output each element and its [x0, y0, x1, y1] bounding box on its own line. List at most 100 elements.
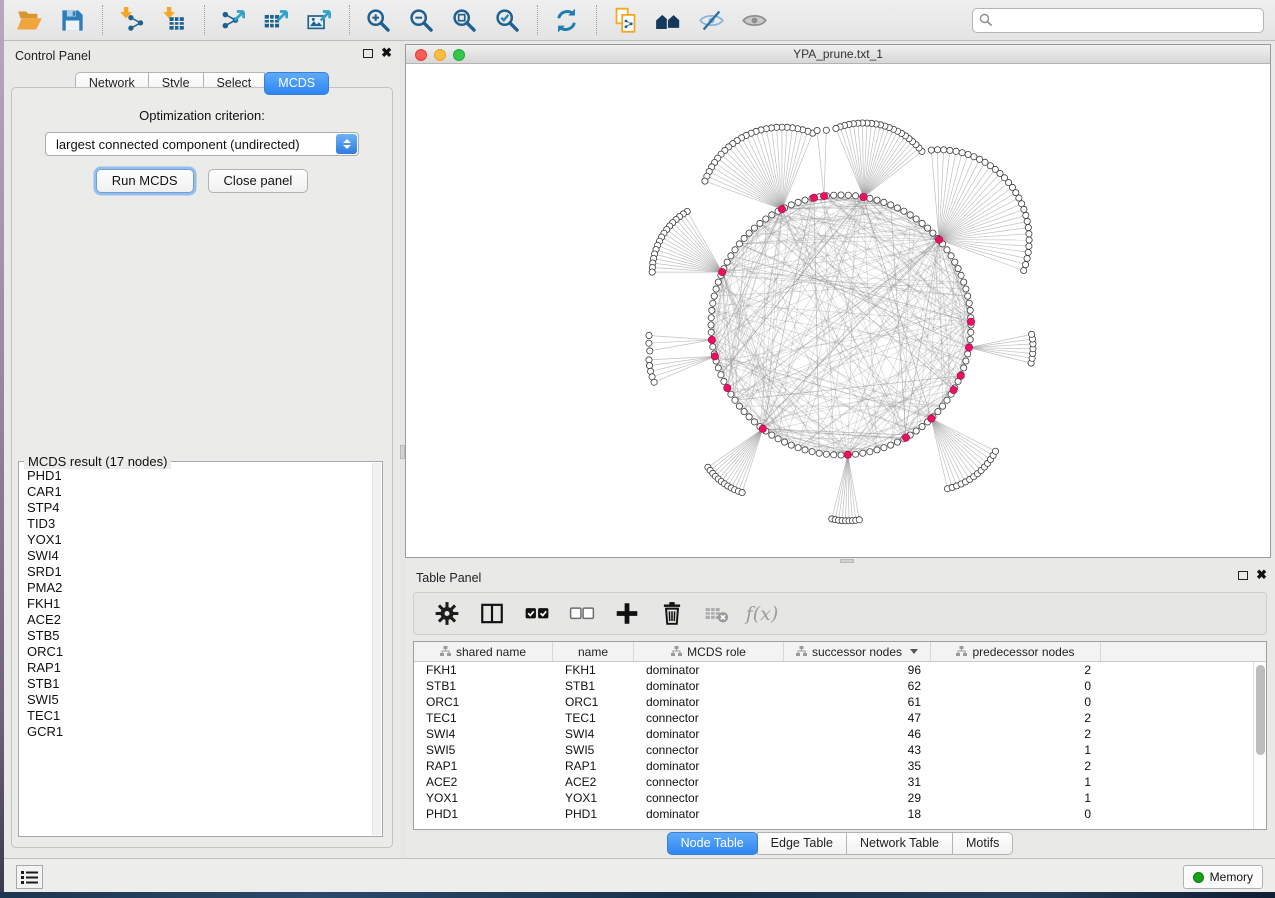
tab-node-table[interactable]: Node Table [667, 832, 758, 855]
close-window-button[interactable] [415, 49, 427, 61]
table-row[interactable]: ACE2ACE2connector311 [414, 774, 1266, 790]
search-input[interactable] [972, 8, 1264, 33]
table-row[interactable]: FKH1FKH1dominator962 [414, 662, 1266, 678]
control-panel-title: Control Panel [15, 49, 91, 63]
close-panel-button[interactable]: Close panel [208, 169, 309, 193]
zoom-selected-icon[interactable] [492, 5, 522, 35]
run-mcds-button[interactable]: Run MCDS [96, 169, 194, 193]
minimize-window-button[interactable] [434, 49, 446, 61]
mcds-list-scrollbar[interactable] [372, 463, 381, 835]
float-panel-icon[interactable] [363, 49, 373, 58]
export-image-icon[interactable] [304, 5, 334, 35]
copy-network-icon[interactable] [610, 5, 640, 35]
mcds-result-item[interactable]: YOX1 [27, 532, 370, 548]
delete-column-icon[interactable] [659, 601, 685, 627]
zoom-out-icon[interactable] [406, 5, 436, 35]
toolbar-separator [349, 5, 350, 35]
mcds-result-item[interactable]: STP4 [27, 500, 370, 516]
column-header-predecessor-nodes[interactable]: predecessor nodes [931, 642, 1101, 661]
export-network-icon[interactable] [218, 5, 248, 35]
table-row[interactable]: RAP1RAP1dominator352 [414, 758, 1266, 774]
tab-edge-table[interactable]: Edge Table [757, 832, 847, 855]
mcds-result-item[interactable]: FKH1 [27, 596, 370, 612]
network-window-titlebar[interactable]: YPA_prune.txt_1 [406, 45, 1270, 64]
table-panel-header: Table Panel ✖ [405, 563, 1275, 587]
import-network-icon[interactable] [116, 5, 146, 35]
column-header-successor-nodes[interactable]: successor nodes [784, 642, 931, 661]
mcds-result-item[interactable]: TID3 [27, 516, 370, 532]
float-panel-icon[interactable] [1238, 571, 1248, 580]
mcds-result-item[interactable]: STB5 [27, 628, 370, 644]
table-row[interactable]: YOX1YOX1connector291 [414, 790, 1266, 806]
cell: 35 [784, 759, 931, 773]
mcds-result-item[interactable]: SRD1 [27, 564, 370, 580]
mcds-result-item[interactable]: SWI5 [27, 692, 370, 708]
memory-button[interactable]: Memory [1183, 865, 1263, 889]
tree-icon [671, 645, 682, 659]
cell: RAP1 [414, 759, 553, 773]
task-history-button[interactable] [16, 865, 43, 889]
close-panel-icon[interactable]: ✖ [381, 48, 392, 58]
mcds-result-item[interactable]: PMA2 [27, 580, 370, 596]
optimization-criterion-select[interactable]: largest connected component (undirected) [45, 132, 359, 156]
column-header-MCDS-role[interactable]: MCDS role [634, 642, 784, 661]
delete-table-icon[interactable] [704, 601, 730, 627]
scrollbar-thumb[interactable] [1256, 665, 1265, 755]
neighbors-icon[interactable] [653, 5, 683, 35]
mcds-result-item[interactable]: STB1 [27, 676, 370, 692]
node-table: shared namenameMCDS rolesuccessor nodesp… [413, 641, 1267, 830]
column-header-shared-name[interactable]: shared name [414, 642, 553, 661]
mcds-result-item[interactable]: ORC1 [27, 644, 370, 660]
cell: dominator [634, 663, 784, 677]
tab-network-table[interactable]: Network Table [846, 832, 953, 855]
table-row[interactable]: SWI4SWI4dominator462 [414, 726, 1266, 742]
zoom-fit-icon[interactable] [449, 5, 479, 35]
table-row[interactable]: PHD1PHD1dominator180 [414, 806, 1266, 822]
save-session-icon[interactable] [57, 5, 87, 35]
mcds-result-item[interactable]: CAR1 [27, 484, 370, 500]
right-region: YPA_prune.txt_1 Table Panel ✖ [405, 41, 1275, 858]
table-row[interactable]: ORC1ORC1dominator610 [414, 694, 1266, 710]
tab-mcds[interactable]: MCDS [264, 72, 329, 95]
table-body: FKH1FKH1dominator962STB1STB1dominator620… [414, 662, 1266, 822]
column-header-name[interactable]: name [553, 642, 634, 661]
cell: 96 [784, 663, 931, 677]
add-column-icon[interactable] [614, 601, 640, 627]
cell: ACE2 [414, 775, 553, 789]
network-canvas[interactable] [406, 64, 1270, 557]
mcds-result-item[interactable]: TEC1 [27, 708, 370, 724]
tab-motifs[interactable]: Motifs [952, 832, 1013, 855]
mcds-result-item[interactable]: RAP1 [27, 660, 370, 676]
export-table-icon[interactable] [261, 5, 291, 35]
show-all-icon[interactable] [739, 5, 769, 35]
table-scrollbar[interactable] [1253, 662, 1266, 829]
cell: PHD1 [553, 807, 634, 821]
zoom-window-button[interactable] [453, 49, 465, 61]
deselect-all-icon[interactable] [569, 601, 595, 627]
mcds-result-item[interactable]: PHD1 [27, 468, 370, 484]
optimization-criterion-value: largest connected component (undirected) [56, 137, 300, 152]
cell: YOX1 [553, 791, 634, 805]
zoom-in-icon[interactable] [363, 5, 393, 35]
open-file-icon[interactable] [14, 5, 44, 35]
mcds-result-item[interactable]: SWI4 [27, 548, 370, 564]
table-row[interactable]: TEC1TEC1connector472 [414, 710, 1266, 726]
hide-selected-icon[interactable] [696, 5, 726, 35]
control-panel: Control Panel ✖ NetworkStyleSelectMCDS O… [4, 41, 400, 858]
mcds-result-item[interactable]: ACE2 [27, 612, 370, 628]
settings-icon[interactable] [434, 601, 460, 627]
network-view-window: YPA_prune.txt_1 [405, 44, 1271, 558]
table-row[interactable]: STB1STB1dominator620 [414, 678, 1266, 694]
select-all-icon[interactable] [524, 601, 550, 627]
split-panel-icon[interactable] [479, 601, 505, 627]
function-icon: f(x) [749, 601, 775, 627]
memory-label: Memory [1210, 870, 1253, 884]
mcds-result-item[interactable]: GCR1 [27, 724, 370, 740]
table-row[interactable]: SWI5SWI5connector431 [414, 742, 1266, 758]
cell: 2 [931, 727, 1101, 741]
import-table-icon[interactable] [159, 5, 189, 35]
refresh-icon[interactable] [551, 5, 581, 35]
mcds-result-list[interactable]: PHD1CAR1STP4TID3YOX1SWI4SRD1PMA2FKH1ACE2… [27, 468, 370, 832]
close-panel-icon[interactable]: ✖ [1256, 570, 1267, 580]
cell: 18 [784, 807, 931, 821]
